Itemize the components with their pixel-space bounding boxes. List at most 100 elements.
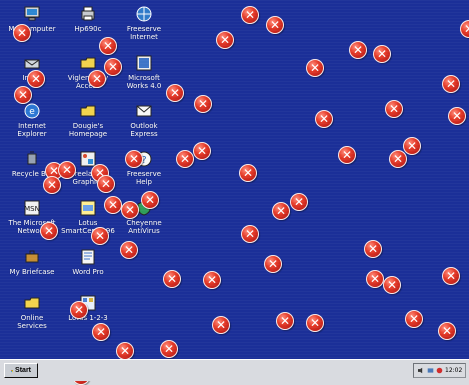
desktop-icon-label: Internet Explorer <box>17 122 47 138</box>
desktop-icon-my-computer[interactable]: My Computer <box>4 5 60 33</box>
system-tray: 12:02 <box>413 363 466 378</box>
error-x-icon: ✕ <box>14 86 32 104</box>
error-x-icon: ✕ <box>239 164 257 182</box>
error-x-icon: ✕ <box>92 323 110 341</box>
desktop-icon-label: Freeserve Help <box>126 170 162 186</box>
error-x-icon: ✕ <box>405 310 423 328</box>
desktop-icon-dougie-s-homepage[interactable]: Dougie's Homepage <box>60 102 116 138</box>
warning-tray-icon[interactable] <box>436 367 443 374</box>
start-button[interactable]: Start <box>4 363 38 378</box>
error-x-icon: ✕ <box>104 196 122 214</box>
error-x-icon: ✕ <box>364 240 382 258</box>
desktop-icon-hp690c[interactable]: Hp690c <box>60 5 116 33</box>
error-x-icon: ✕ <box>383 276 401 294</box>
error-x-icon: ✕ <box>272 202 290 220</box>
error-x-icon: ✕ <box>264 255 282 273</box>
internet-icon <box>136 6 152 22</box>
taskbar: Start 12:02 <box>0 359 469 381</box>
printer-icon <box>81 6 95 21</box>
network-tray-icon[interactable] <box>427 367 434 374</box>
smartcenter-icon <box>80 200 96 216</box>
error-x-icon: ✕ <box>349 41 367 59</box>
desktop-icon-label: Online Services <box>17 314 47 330</box>
error-x-icon: ✕ <box>193 142 211 160</box>
error-x-icon: ✕ <box>163 270 181 288</box>
error-x-icon: ✕ <box>460 20 469 38</box>
error-x-icon: ✕ <box>306 314 324 332</box>
error-x-icon: ✕ <box>70 301 88 319</box>
desktop: My ComputerHp690cFreeserve InternetInbox… <box>0 0 469 385</box>
error-x-icon: ✕ <box>389 150 407 168</box>
computer-icon <box>24 6 40 21</box>
desktop-icon-lotus-1-2-3[interactable]: Lotus 1-2-3 <box>60 294 116 322</box>
error-x-icon: ✕ <box>99 37 117 55</box>
desktop-icon-my-briefcase[interactable]: My Briefcase <box>4 248 60 276</box>
error-x-icon: ✕ <box>448 107 466 125</box>
explorer-icon: e <box>24 103 40 119</box>
error-x-icon: ✕ <box>166 84 184 102</box>
error-x-icon: ✕ <box>403 137 421 155</box>
desktop-icon-online-services[interactable]: Online Services <box>4 294 60 330</box>
network-icon: MSN <box>24 200 40 216</box>
desktop-icon-label: Microsoft Works 4.0 <box>126 74 162 90</box>
folder-icon <box>80 105 96 117</box>
error-x-icon: ✕ <box>194 95 212 113</box>
svg-text:MSN: MSN <box>24 205 40 213</box>
speaker-icon[interactable] <box>418 367 425 374</box>
error-x-icon: ✕ <box>88 70 106 88</box>
error-x-icon: ✕ <box>120 241 138 259</box>
error-x-icon: ✕ <box>438 322 456 340</box>
folder-icon <box>24 297 40 309</box>
desktop-icon-label: Word Pro <box>72 268 104 276</box>
error-x-icon: ✕ <box>290 193 308 211</box>
error-x-icon: ✕ <box>212 316 230 334</box>
desktop-icon-freeserve-internet[interactable]: Freeserve Internet <box>116 5 172 41</box>
error-x-icon: ✕ <box>373 45 391 63</box>
desktop-icon-internet-explorer[interactable]: e Internet Explorer <box>4 102 60 138</box>
clock: 12:02 <box>445 367 463 374</box>
error-x-icon: ✕ <box>385 100 403 118</box>
error-x-icon: ✕ <box>442 75 460 93</box>
error-x-icon: ✕ <box>306 59 324 77</box>
error-x-icon: ✕ <box>116 342 134 360</box>
windows-logo-icon <box>11 369 14 372</box>
error-x-icon: ✕ <box>160 340 178 358</box>
desktop-icon-microsoft-works-4-0[interactable]: Microsoft Works 4.0 <box>116 54 172 90</box>
error-x-icon: ✕ <box>241 6 259 24</box>
desktop-icon-word-pro[interactable]: Word Pro <box>60 248 116 276</box>
error-x-icon: ✕ <box>121 201 139 219</box>
desktop-icon-label: Lotus 1-2-3 <box>68 314 108 322</box>
error-x-icon: ✕ <box>13 24 31 42</box>
error-x-icon: ✕ <box>366 270 384 288</box>
briefcase-icon <box>25 250 39 263</box>
error-x-icon: ✕ <box>203 271 221 289</box>
works-icon <box>136 55 152 71</box>
desktop-icon-outlook-express[interactable]: Outlook Express <box>116 102 172 138</box>
error-x-icon: ✕ <box>338 146 356 164</box>
desktop-icon-label: Hp690c <box>74 25 102 33</box>
error-x-icon: ✕ <box>27 70 45 88</box>
error-x-icon: ✕ <box>40 222 58 240</box>
error-x-icon: ✕ <box>176 150 194 168</box>
error-x-icon: ✕ <box>442 267 460 285</box>
error-x-icon: ✕ <box>97 175 115 193</box>
error-x-icon: ✕ <box>104 58 122 76</box>
desktop-icon-label: Outlook Express <box>130 122 158 138</box>
desktop-icon-label: Cheyenne AntiVirus <box>126 219 162 235</box>
error-x-icon: ✕ <box>266 16 284 34</box>
desktop-icon-label: Dougie's Homepage <box>68 122 108 138</box>
error-x-icon: ✕ <box>125 150 143 168</box>
error-x-icon: ✕ <box>58 161 76 179</box>
desktop-icon-label: My Briefcase <box>9 268 55 276</box>
error-x-icon: ✕ <box>141 191 159 209</box>
desktop-icon-label: Freeserve Internet <box>126 25 162 41</box>
error-x-icon: ✕ <box>43 176 61 194</box>
svg-text:e: e <box>29 107 35 117</box>
error-x-icon: ✕ <box>315 110 333 128</box>
start-label: Start <box>15 367 31 374</box>
error-x-icon: ✕ <box>241 225 259 243</box>
error-x-icon: ✕ <box>276 312 294 330</box>
inbox-icon <box>24 59 40 69</box>
error-x-icon: ✕ <box>91 227 109 245</box>
recycle-icon <box>27 151 37 165</box>
